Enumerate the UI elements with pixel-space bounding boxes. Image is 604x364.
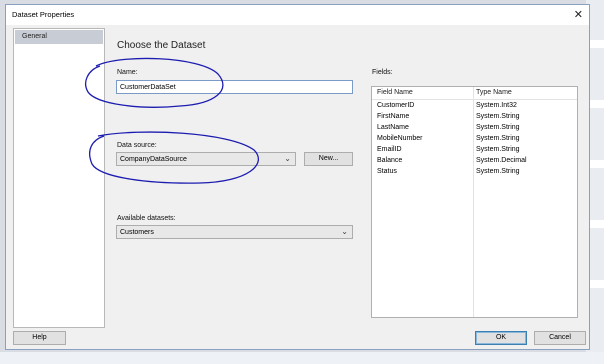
table-row[interactable]: Balance System.Decimal	[372, 156, 577, 166]
background-fragment	[590, 40, 604, 48]
type-name-cell: System.String	[476, 135, 520, 142]
field-name-cell: EmailID	[377, 146, 402, 153]
page-title: Choose the Dataset	[117, 40, 206, 51]
type-name-cell: System.String	[476, 113, 520, 120]
close-icon[interactable]: ✕	[574, 8, 583, 21]
cancel-button[interactable]: Cancel	[534, 331, 586, 345]
column-header-field-name[interactable]: Field Name	[377, 89, 413, 96]
background-fragment	[590, 100, 604, 108]
background-fragment	[590, 280, 604, 288]
field-name-cell: LastName	[377, 124, 409, 131]
available-datasets-value: Customers	[120, 228, 154, 236]
nav-item-label: General	[22, 33, 47, 40]
available-datasets-select[interactable]: Customers ⌄	[116, 225, 353, 239]
new-datasource-button[interactable]: New...	[304, 152, 353, 166]
fields-header: Field Name Type Name	[372, 87, 577, 100]
type-name-cell: System.Int32	[476, 102, 517, 109]
fields-label: Fields:	[372, 69, 393, 76]
table-row[interactable]: FirstName System.String	[372, 112, 577, 122]
table-row[interactable]: EmailID System.String	[372, 145, 577, 155]
title-bar: Dataset Properties ✕	[6, 5, 589, 25]
chevron-down-icon: ⌄	[284, 154, 291, 163]
nav-panel: General	[13, 28, 105, 328]
table-row[interactable]: LastName System.String	[372, 123, 577, 133]
chevron-down-icon: ⌄	[341, 227, 348, 236]
help-button[interactable]: Help	[13, 331, 66, 345]
name-label: Name:	[117, 69, 138, 76]
name-input[interactable]	[117, 81, 352, 93]
background-fragment	[590, 160, 604, 168]
field-name-cell: MobileNumber	[377, 135, 423, 142]
background-fragment	[590, 220, 604, 228]
datasource-label: Data source:	[117, 142, 157, 149]
dataset-properties-dialog: Dataset Properties ✕ General Choose the …	[5, 4, 590, 350]
type-name-cell: System.String	[476, 146, 520, 153]
ok-button[interactable]: OK	[475, 331, 527, 345]
type-name-cell: System.Decimal	[476, 157, 527, 164]
type-name-cell: System.String	[476, 168, 520, 175]
background-bottom-edge	[0, 352, 604, 364]
field-name-cell: Balance	[377, 157, 403, 164]
field-name-cell: Status	[377, 168, 397, 175]
available-datasets-label: Available datasets:	[117, 215, 176, 222]
datasource-select[interactable]: CompanyDataSource ⌄	[116, 152, 296, 166]
table-row[interactable]: Status System.String	[372, 167, 577, 177]
field-name-cell: CustomerID	[377, 102, 415, 109]
nav-item-general[interactable]: General	[15, 30, 103, 44]
dialog-title: Dataset Properties	[12, 10, 75, 19]
column-header-type-name[interactable]: Type Name	[476, 89, 512, 96]
fields-list[interactable]: Field Name Type Name CustomerID System.I…	[371, 86, 578, 318]
field-name-cell: FirstName	[377, 113, 410, 120]
datasource-value: CompanyDataSource	[120, 155, 187, 163]
name-field[interactable]	[116, 80, 353, 94]
table-row[interactable]: CustomerID System.Int32	[372, 101, 577, 111]
table-row[interactable]: MobileNumber System.String	[372, 134, 577, 144]
type-name-cell: System.String	[476, 124, 520, 131]
